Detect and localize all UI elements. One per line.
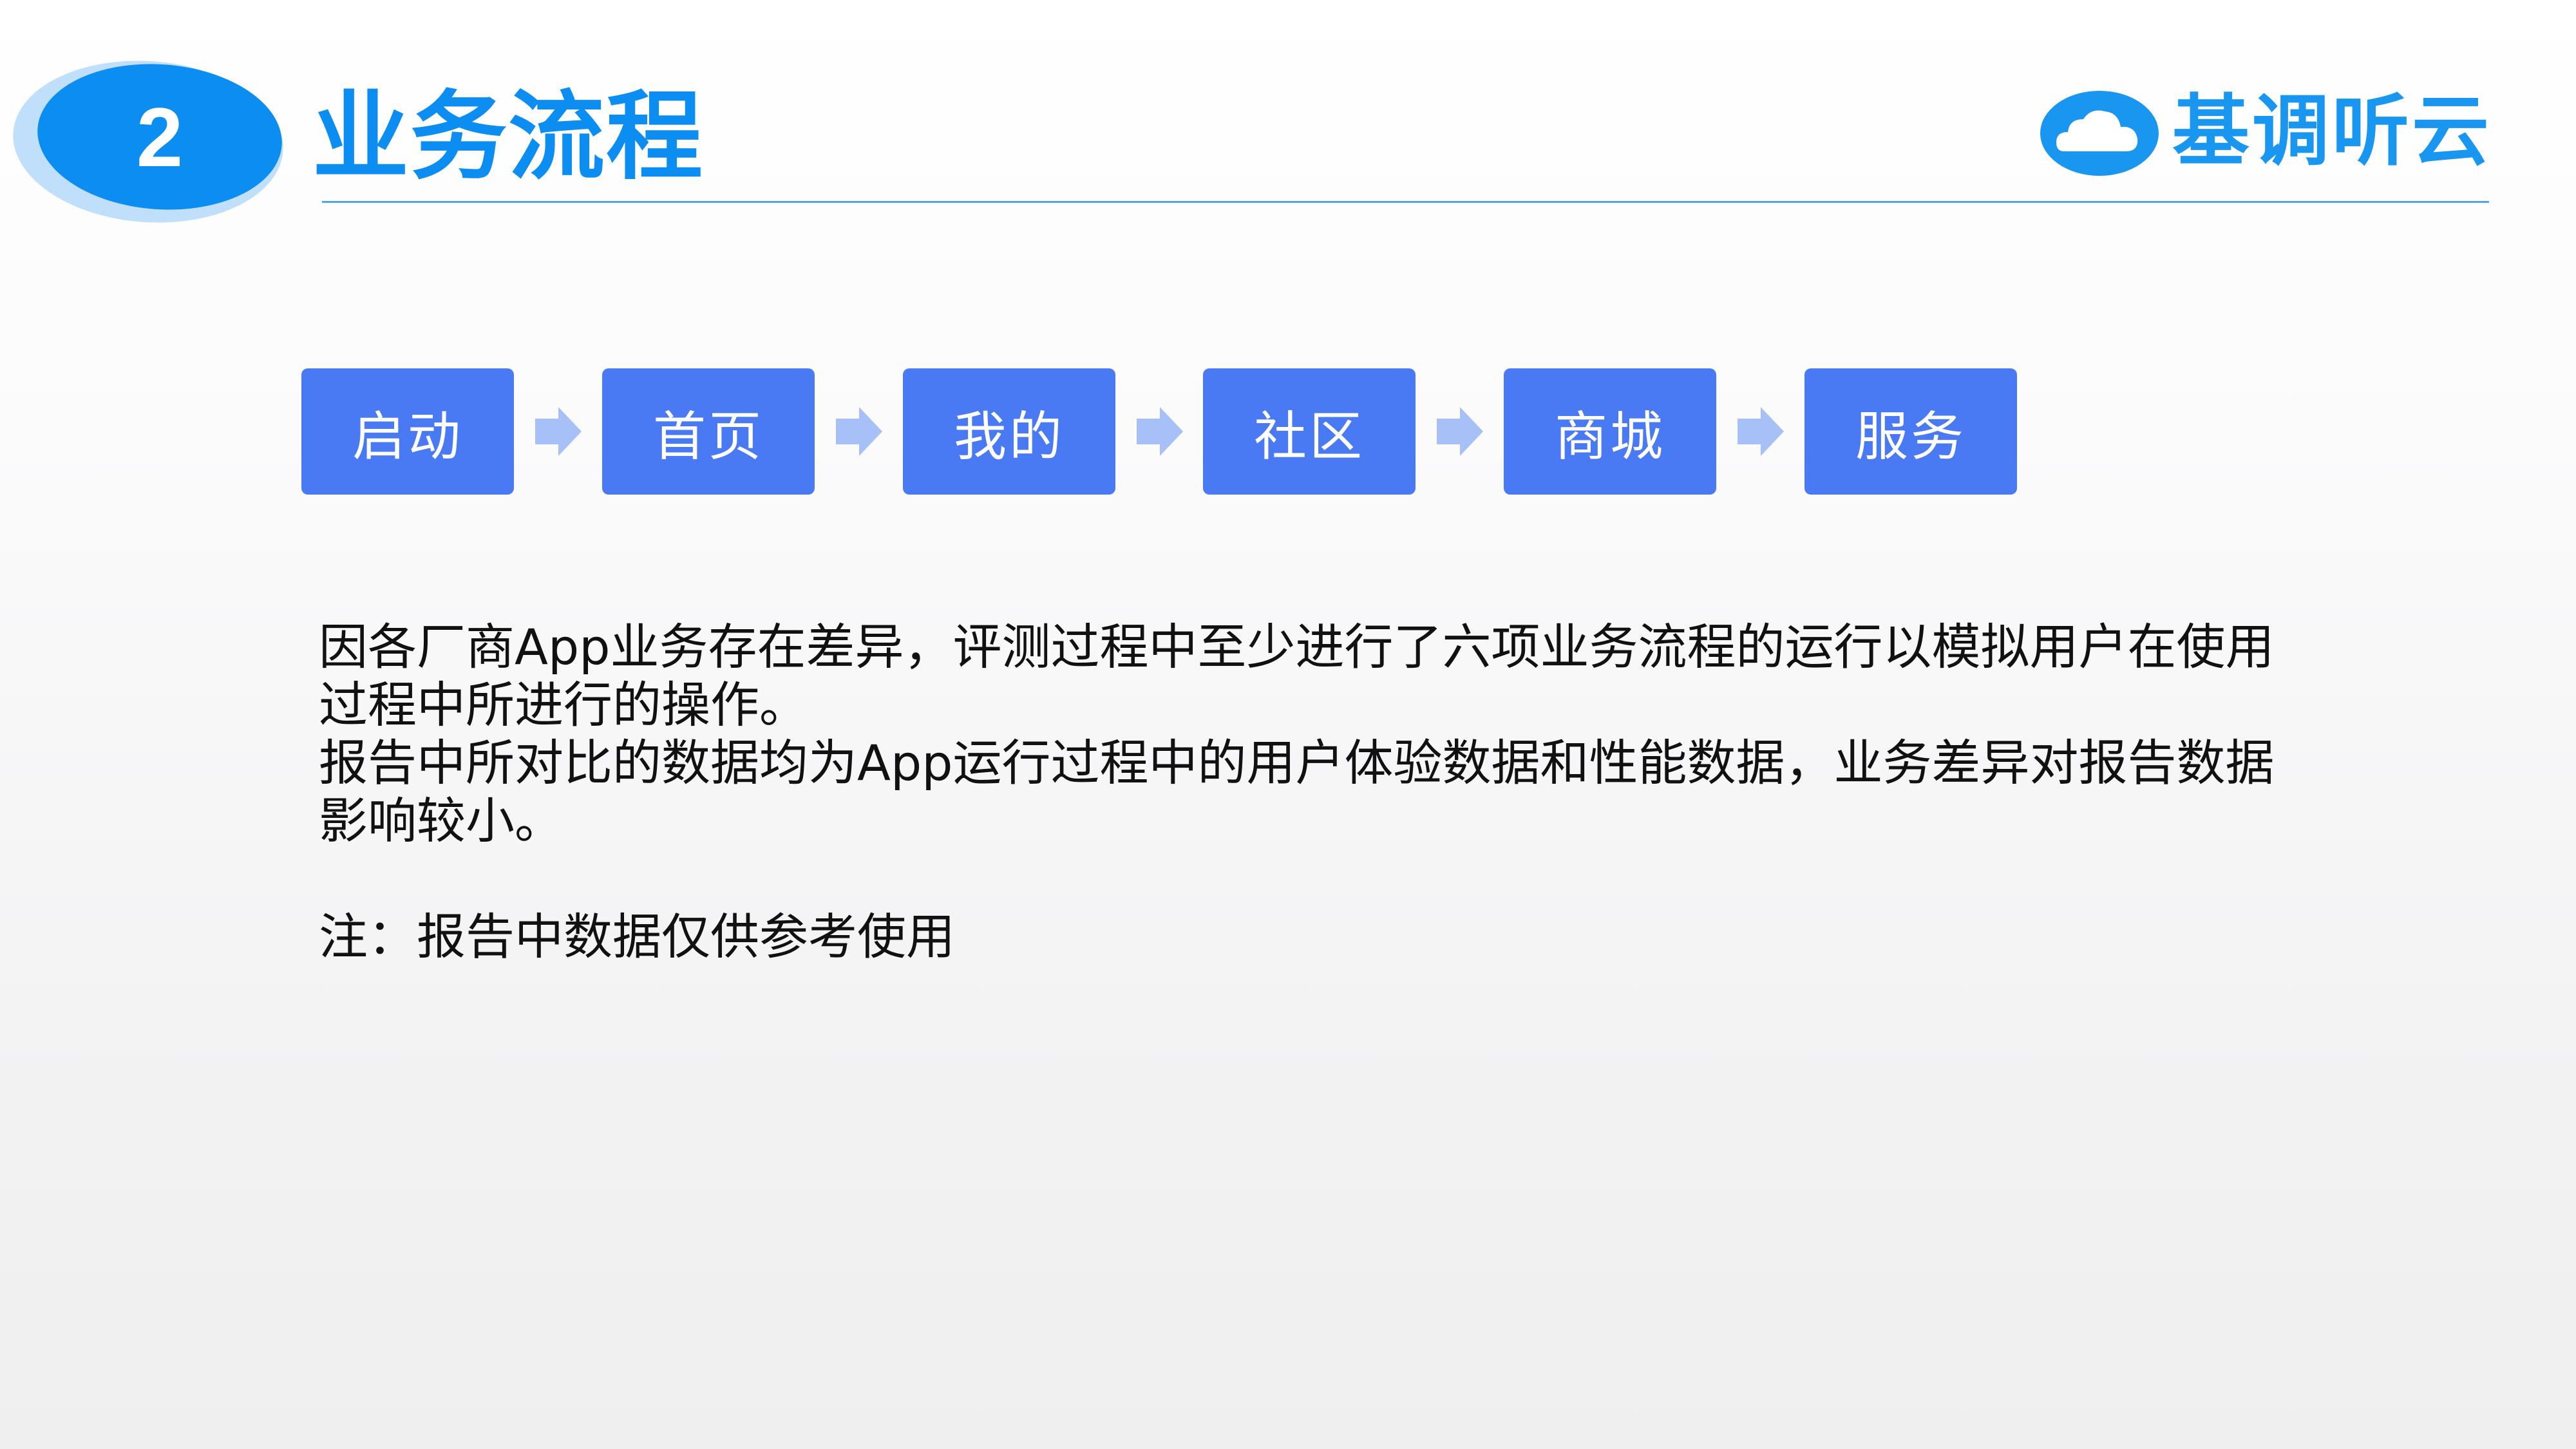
page-title: 业务流程 — [312, 81, 705, 193]
slide-header: 2 业务流程 基调听云 — [0, 0, 2576, 232]
arrow-right-icon — [535, 407, 582, 456]
flow-step-launch: 启动 — [301, 368, 514, 495]
section-badge: 2 — [7, 52, 289, 232]
flow-step-service: 服务 — [1804, 368, 2017, 495]
arrow-right-icon — [836, 407, 882, 456]
description-paragraph: 报告中所对比的数据均为App运行过程中的用户体验数据和性能数据，业务差异对报告数… — [319, 734, 2275, 849]
arrow-right-icon — [1437, 407, 1483, 456]
flow-step-mall: 商城 — [1504, 368, 1716, 495]
arrow-right-icon — [1738, 407, 1784, 456]
section-number: 2 — [136, 90, 184, 184]
flow-step-community: 社区 — [1203, 368, 1416, 495]
brand-logo: 基调听云 — [2038, 84, 2492, 180]
brand-name: 基调听云 — [2172, 87, 2492, 176]
note-text: 注：报告中数据仅供参考使用 — [319, 908, 955, 965]
flow-step-mine: 我的 — [903, 368, 1115, 495]
flow-step-home: 首页 — [602, 368, 815, 495]
arrow-right-icon — [1137, 407, 1183, 456]
header-divider — [322, 201, 2489, 203]
cloud-icon — [2040, 91, 2159, 176]
description-paragraph: 因各厂商App业务存在差异，评测过程中至少进行了六项业务流程的运行以模拟用户在使… — [319, 618, 2275, 734]
description-text: 因各厂商App业务存在差异，评测过程中至少进行了六项业务流程的运行以模拟用户在使… — [319, 618, 2289, 850]
